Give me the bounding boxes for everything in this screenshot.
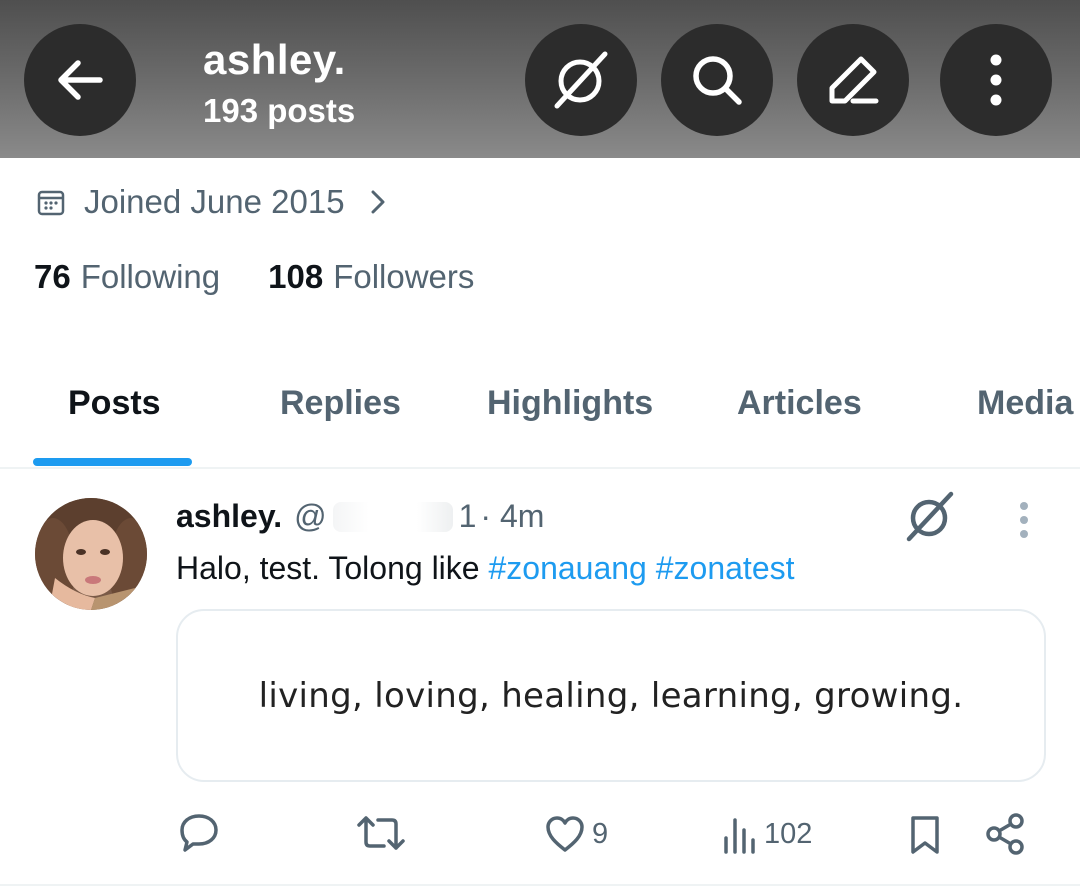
tab-posts[interactable]: Posts	[68, 384, 161, 423]
following-label: Following	[80, 258, 221, 295]
post-author-name[interactable]: ashley.	[176, 498, 282, 535]
handle-suffix: 1	[458, 498, 477, 534]
post-timestamp[interactable]: · 4m	[480, 498, 544, 535]
pencil-icon	[829, 56, 879, 104]
repost-icon	[357, 816, 405, 850]
view-count: 102	[764, 817, 813, 850]
hashtag-link[interactable]: #zonauang	[488, 550, 646, 586]
search-icon	[693, 56, 742, 105]
repost-button[interactable]	[356, 812, 406, 854]
back-button[interactable]	[24, 24, 136, 136]
following-link[interactable]: 76 Following	[34, 258, 220, 296]
back-arrow-icon	[58, 60, 103, 100]
divider	[0, 884, 1080, 886]
post-author-handle[interactable]: @ 1	[294, 498, 476, 535]
bookmark-icon	[911, 816, 939, 854]
hashtag-link[interactable]: #zonatest	[656, 550, 795, 586]
joined-date-row[interactable]: Joined June 2015	[36, 180, 387, 224]
more-vertical-icon	[1020, 502, 1028, 538]
grok-icon	[554, 51, 608, 109]
views-icon	[724, 818, 755, 854]
divider	[0, 467, 1080, 469]
more-options-button[interactable]	[940, 24, 1052, 136]
follow-stats: 76 Following 108 Followers	[34, 258, 522, 296]
grok-button[interactable]	[525, 24, 637, 136]
calendar-icon	[37, 190, 65, 216]
post-text: Halo, test. Tolong like #zonauang #zonat…	[176, 550, 795, 587]
edit-button[interactable]	[797, 24, 909, 136]
profile-header: ashley. 193 posts	[0, 0, 1080, 158]
post-actions: 9 102	[0, 808, 1080, 864]
following-count: 76	[34, 258, 71, 295]
post-media-card[interactable]: living, loving, healing, learning, growi…	[176, 609, 1046, 782]
avatar[interactable]	[35, 498, 147, 610]
handle-redaction	[332, 501, 453, 532]
like-count: 9	[592, 817, 609, 850]
followers-count: 108	[268, 258, 324, 295]
post-body: Halo, test. Tolong like	[176, 550, 489, 586]
followers-link[interactable]: 108 Followers	[268, 258, 474, 296]
like-button[interactable]: 9	[544, 814, 608, 854]
reply-button[interactable]	[177, 810, 221, 854]
post-grok-button[interactable]	[903, 490, 957, 549]
profile-tabs: Posts Replies Highlights Articles Media	[0, 384, 1080, 468]
card-text: living, loving, healing, learning, growi…	[258, 675, 964, 716]
handle-prefix: @	[294, 498, 327, 534]
header-username: ashley.	[203, 36, 346, 83]
search-button[interactable]	[661, 24, 773, 136]
heart-icon	[546, 816, 584, 852]
followers-label: Followers	[333, 258, 475, 295]
share-icon	[986, 813, 1024, 855]
avatar-image	[35, 498, 147, 610]
active-tab-indicator	[33, 458, 192, 466]
tab-media[interactable]: Media	[977, 384, 1073, 423]
post-header: ashley. @ 1 · 4m	[176, 498, 544, 535]
reply-icon	[180, 814, 218, 852]
share-button[interactable]	[984, 812, 1026, 856]
bookmark-button[interactable]	[908, 814, 942, 856]
more-vertical-icon	[990, 54, 1002, 106]
views-button[interactable]: 102	[722, 814, 812, 854]
tab-replies[interactable]: Replies	[280, 384, 401, 423]
header-post-count: 193 posts	[203, 92, 356, 129]
joined-date-text: Joined June 2015	[84, 183, 345, 220]
tab-highlights[interactable]: Highlights	[487, 384, 653, 423]
post-more-button[interactable]	[1016, 500, 1032, 545]
chevron-right-icon	[371, 190, 385, 214]
grok-icon	[906, 491, 954, 542]
tab-articles[interactable]: Articles	[737, 384, 862, 423]
